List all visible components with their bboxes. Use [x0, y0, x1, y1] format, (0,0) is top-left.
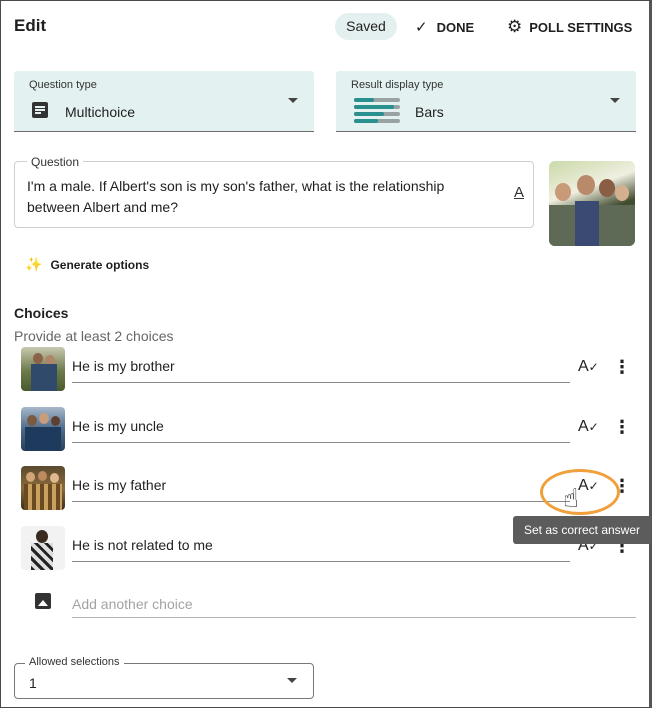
chevron-down-icon — [287, 678, 297, 683]
poll-settings-button[interactable]: ⚙ POLL SETTINGS — [507, 17, 632, 37]
add-choice-row: Add another choice — [1, 591, 652, 621]
question-type-select[interactable]: Question type Multichoice — [14, 71, 314, 132]
choice-row: He is my uncle A✓ ⋮ — [1, 407, 652, 455]
chevron-down-icon — [610, 98, 620, 103]
allowed-selections-label: Allowed selections — [25, 656, 124, 668]
choice-input[interactable]: He is my uncle — [72, 417, 570, 443]
question-field[interactable]: I'm a male. If Albert's son is my son's … — [14, 161, 534, 228]
choice-image[interactable] — [21, 526, 65, 570]
done-label: DONE — [436, 19, 475, 35]
choice-input[interactable]: He is not related to me — [72, 536, 570, 562]
choices-heading: Choices — [14, 305, 69, 321]
highlight-ring — [540, 469, 620, 515]
question-type-value: Multichoice — [65, 104, 136, 120]
bars-chart-icon — [354, 97, 402, 123]
check-icon: ✓ — [415, 19, 428, 36]
tooltip: Set as correct answer — [513, 516, 651, 544]
choices-subtext: Provide at least 2 choices — [14, 328, 174, 344]
allowed-selections-select[interactable]: 1 — [14, 663, 314, 699]
set-correct-answer-icon[interactable]: A✓ — [578, 418, 599, 436]
list-icon — [32, 102, 48, 118]
magic-wand-icon: ✨ — [25, 256, 43, 272]
question-label: Question — [27, 155, 84, 169]
generate-options-label: Generate options — [50, 257, 150, 272]
choice-input[interactable]: He is my brother — [72, 357, 570, 383]
allowed-selections-value: 1 — [29, 675, 37, 691]
result-display-type-select[interactable]: Result display type Bars — [336, 71, 636, 132]
poll-settings-label: POLL SETTINGS — [529, 19, 633, 35]
saved-status-badge: Saved — [335, 13, 397, 40]
chevron-down-icon — [288, 98, 298, 103]
gear-icon: ⚙ — [507, 17, 523, 36]
edit-panel: Edit Saved ✓ DONE ⚙ POLL SETTINGS Questi… — [0, 0, 652, 708]
more-vert-icon[interactable]: ⋮ — [613, 417, 631, 438]
more-vert-icon[interactable]: ⋮ — [613, 357, 631, 378]
choice-image[interactable] — [21, 466, 65, 510]
hand-cursor-icon: ☝ — [563, 483, 579, 513]
question-text[interactable]: I'm a male. If Albert's son is my son's … — [27, 176, 487, 218]
choice-input[interactable]: He is my father — [72, 476, 570, 502]
result-display-type-value: Bars — [415, 104, 444, 120]
add-choice-input[interactable]: Add another choice — [72, 596, 636, 618]
done-button[interactable]: ✓ DONE — [415, 17, 474, 37]
choice-image[interactable] — [21, 347, 65, 391]
result-display-type-label: Result display type — [351, 79, 444, 91]
choice-image[interactable] — [21, 407, 65, 451]
question-image[interactable] — [549, 161, 635, 246]
question-type-label: Question type — [29, 79, 97, 91]
text-format-icon[interactable]: A — [514, 184, 524, 201]
page-title: Edit — [14, 16, 47, 35]
choice-row: He is my brother A✓ ⋮ — [1, 347, 652, 395]
generate-options-button[interactable]: ✨ Generate options — [25, 256, 149, 273]
set-correct-answer-icon[interactable]: A✓ — [578, 358, 599, 376]
add-image-icon[interactable] — [35, 593, 51, 609]
